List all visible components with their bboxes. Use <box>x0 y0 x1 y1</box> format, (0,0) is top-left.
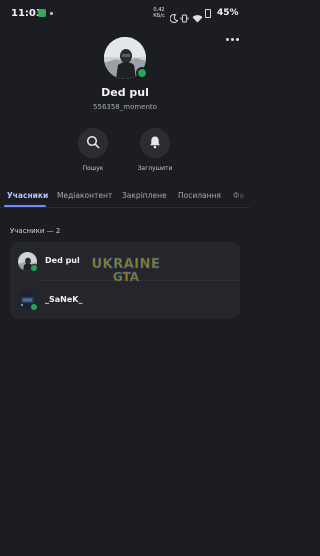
profile-name: Ded pul <box>101 86 149 99</box>
wifi-icon <box>192 8 203 27</box>
tab-links[interactable]: Посилання <box>178 191 221 200</box>
notification-dot-icon <box>50 12 53 15</box>
more-options-button[interactable] <box>224 33 240 45</box>
tab-members[interactable]: Учасники <box>7 191 48 200</box>
profile-avatar[interactable] <box>104 37 148 79</box>
profile-tag: 556358_momento <box>93 103 157 111</box>
online-status-icon <box>136 67 148 79</box>
mute-button[interactable] <box>140 128 170 158</box>
do-not-disturb-icon <box>169 8 179 27</box>
online-status-icon <box>30 303 38 311</box>
watermark-line2: GTA <box>112 270 140 284</box>
tab-pinned[interactable]: Закріплене <box>122 191 167 200</box>
mute-label: Заглушити <box>137 165 173 172</box>
more-dot-icon <box>225 37 229 41</box>
tab-fade <box>230 186 250 207</box>
member-name: Ded pul <box>45 256 80 265</box>
ukraine-gta-watermark: UKRAINE GTA <box>88 258 164 284</box>
status-bar: 11:03 0,42 КБ/с 45% <box>0 0 250 28</box>
members-section-title: Учасники — 2 <box>10 227 61 235</box>
notification-app-icon <box>38 9 46 17</box>
sim-icon <box>205 9 211 18</box>
more-dot-icon <box>235 37 239 41</box>
tab-bar: Учасники Медіаконтент Закріплене Посилан… <box>0 186 250 208</box>
active-tab-indicator <box>4 205 46 207</box>
search-label: Пошук <box>82 165 104 172</box>
battery-level: 45% <box>217 8 239 18</box>
network-speed: 0,42 КБ/с <box>153 7 165 19</box>
tab-media[interactable]: Медіаконтент <box>57 191 112 200</box>
bell-icon <box>148 134 162 153</box>
search-button[interactable] <box>78 128 108 158</box>
online-status-icon <box>30 264 38 272</box>
member-name: _SaNeK_ <box>45 295 83 304</box>
search-icon <box>86 134 100 153</box>
more-dot-icon <box>230 37 234 41</box>
member-row[interactable]: _SaNeK_ <box>10 281 240 319</box>
vibrate-icon <box>180 8 189 27</box>
